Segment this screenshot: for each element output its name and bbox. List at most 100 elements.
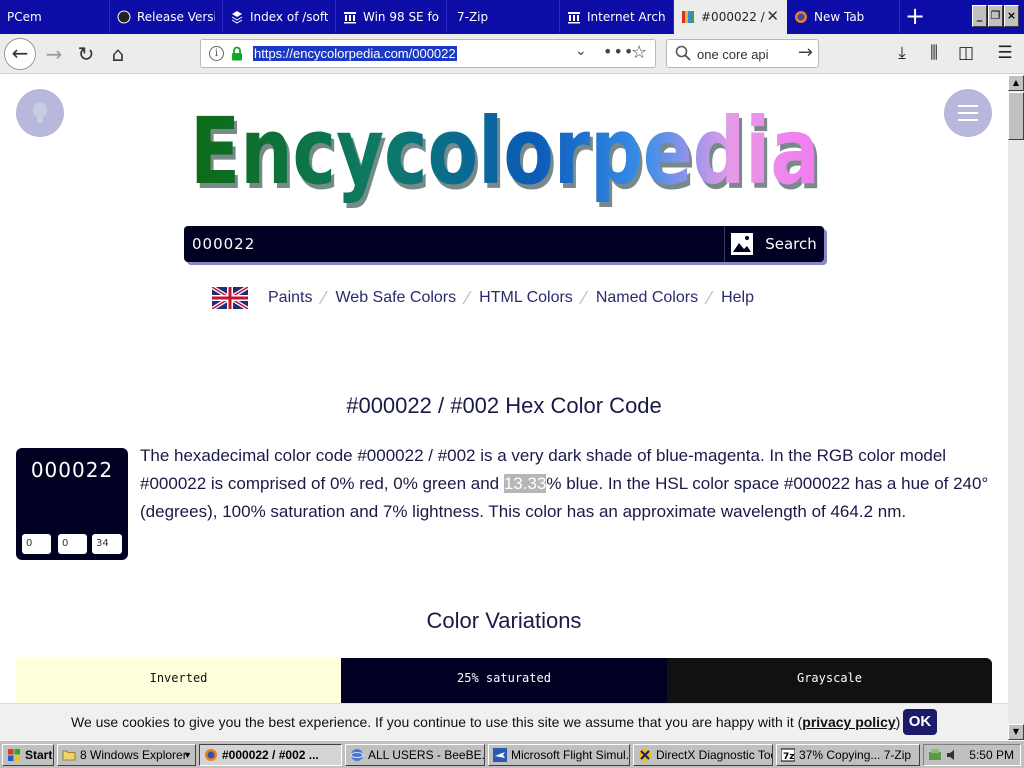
variation-inverted[interactable]: Inverted (16, 658, 341, 703)
nav-separator: ⁄ (466, 287, 470, 308)
site-nav: Paints ⁄ Web Safe Colors ⁄ HTML Colors ⁄… (212, 285, 754, 311)
nav-link-help[interactable]: Help (721, 289, 754, 307)
color-search-input[interactable]: 000022 (192, 235, 255, 253)
site-menu-button[interactable] (944, 89, 992, 137)
download-icon[interactable]: ⤓ (891, 42, 913, 64)
logo-text: Encycolorpedia (190, 99, 820, 205)
taskbar-7zip-copying[interactable]: 7z 37% Copying... 7-Zip (776, 744, 920, 766)
lock-icon[interactable] (231, 46, 243, 61)
taskbar-button-label: 8 Windows Explorer (80, 748, 187, 762)
search-button[interactable]: Search (758, 226, 824, 262)
folder-stack-icon (231, 10, 243, 24)
nav-link-html-colors[interactable]: HTML Colors (479, 289, 573, 307)
dropdown-arrow-icon[interactable]: ▼ (183, 745, 192, 765)
library-icon[interactable]: ⫼ (923, 42, 945, 64)
close-tab-icon[interactable]: ✕ (766, 9, 779, 24)
window-minimize-button[interactable]: _ (972, 5, 987, 27)
variation-label: Inverted (149, 671, 208, 685)
info-icon[interactable]: i (209, 46, 224, 61)
window-close-button[interactable]: × (1004, 5, 1019, 27)
nav-link-paints[interactable]: Paints (268, 289, 312, 307)
privacy-policy-link[interactable]: privacy policy (802, 714, 895, 730)
page-actions-icon[interactable]: ••• (603, 42, 634, 61)
github-icon (117, 10, 131, 23)
nav-separator: ⁄ (708, 287, 712, 308)
network-globe-icon (350, 749, 364, 761)
tray-network-icon[interactable] (928, 748, 942, 762)
firefox-icon (795, 10, 807, 23)
variation-label: 25% saturated (457, 671, 551, 685)
encycolorpedia-logo[interactable]: Encycolorpedia Encycolorpedia (186, 99, 826, 211)
cookie-consent-bar: We use cookies to give you the best expe… (0, 703, 1008, 740)
tab-internet-archive[interactable]: Internet Archiv (560, 0, 674, 33)
firefox-icon (205, 749, 217, 761)
start-button[interactable]: Start (2, 744, 54, 766)
back-arrow-icon[interactable]: ← (4, 38, 36, 70)
tab-release-versions[interactable]: Release Versio (110, 0, 223, 33)
color-variations-heading: Color Variations (426, 608, 582, 633)
rgb-blue-value[interactable]: 34 (92, 534, 122, 554)
windows-taskbar: Start 8 Windows Explorer ▼ #000022 / #00… (0, 740, 1024, 768)
lightbulb-icon (33, 102, 47, 123)
uk-flag-icon[interactable] (212, 287, 248, 309)
rgb-green-value[interactable]: 0 (58, 534, 87, 554)
sidebar-icon[interactable]: ◫ (955, 42, 977, 64)
vertical-scrollbar[interactable]: ▲ ▼ (1008, 75, 1024, 740)
tab-label: Release Versio (137, 9, 215, 24)
color-search-form: 000022 Search (184, 226, 824, 262)
7zip-icon: 7z (781, 748, 795, 762)
search-bar[interactable]: one core api → (666, 39, 819, 68)
tab-000022-active[interactable]: #000022 / ✕ (674, 0, 787, 34)
nav-link-named-colors[interactable]: Named Colors (596, 289, 698, 307)
scrollbar-thumb[interactable] (1008, 92, 1024, 140)
scroll-up-arrow-icon[interactable]: ▲ (1008, 75, 1024, 91)
forward-arrow-icon[interactable]: → (38, 38, 70, 70)
hamburger-menu-icon[interactable]: ☰ (994, 42, 1016, 64)
rgb-red-value[interactable]: 0 (22, 534, 51, 554)
hamburger-line (958, 112, 978, 114)
start-label: Start (25, 748, 53, 762)
reload-icon[interactable]: ↻ (70, 38, 102, 70)
taskbar-directx-diagnostic[interactable]: DirectX Diagnostic Tool (633, 744, 773, 766)
bookmark-star-icon[interactable]: ☆ (631, 42, 647, 63)
scroll-down-arrow-icon[interactable]: ▼ (1008, 724, 1024, 740)
folder-icon (62, 750, 76, 761)
tab-label: Internet Archiv (587, 9, 666, 24)
taskbar-flight-simulator[interactable]: Microsoft Flight Simul... (488, 744, 630, 766)
tab-index-of-software[interactable]: Index of /softw (223, 0, 336, 33)
navigation-toolbar: ← → ↻ ⌂ i https://encycolorpedia.com/000… (0, 34, 1024, 74)
tab-win98se[interactable]: Win 98 SE for (336, 0, 447, 33)
page-content: Encycolorpedia Encycolorpedia 000022 Sea… (0, 75, 1008, 703)
color-swatch: 000022 0 0 34 (16, 448, 128, 560)
tab-pcem[interactable]: PCem (0, 0, 110, 33)
taskbar-button-label: 37% Copying... 7-Zip (799, 748, 912, 762)
color-description: The hexadecimal color code #000022 / #00… (140, 442, 1000, 526)
variation-grayscale[interactable]: Grayscale (667, 658, 992, 703)
hamburger-line (958, 105, 978, 107)
search-go-arrow-icon[interactable]: → (798, 42, 813, 63)
cookie-message: We use cookies to give you the best expe… (71, 714, 803, 730)
tab-new-tab[interactable]: New Tab (787, 0, 900, 33)
tab-7zip[interactable]: 7-Zip (447, 0, 560, 33)
nav-link-web-safe-colors[interactable]: Web Safe Colors (335, 289, 456, 307)
cookie-ok-button[interactable]: OK (903, 709, 937, 735)
home-icon[interactable]: ⌂ (102, 38, 134, 70)
taskbar-windows-explorer[interactable]: 8 Windows Explorer ▼ (57, 744, 196, 766)
lightbulb-theme-button[interactable] (16, 89, 64, 137)
taskbar-beebe[interactable]: ALL USERS - BeeBE... (345, 744, 485, 766)
search-input-text[interactable]: one core api (697, 47, 769, 62)
new-tab-plus-icon[interactable]: + (900, 2, 930, 32)
windows-logo-icon (8, 749, 20, 761)
window-restore-button[interactable]: ❐ (988, 5, 1003, 27)
tab-label: Index of /softw (250, 9, 328, 24)
tab-label: #000022 / (701, 10, 765, 24)
url-text[interactable]: https://encycolorpedia.com/000022 (253, 46, 457, 61)
directx-icon (639, 749, 651, 761)
image-search-button[interactable] (724, 226, 758, 262)
variation-25-saturated[interactable]: 25% saturated (341, 658, 667, 703)
url-bar[interactable]: i https://encycolorpedia.com/000022 ⌄ ••… (200, 39, 656, 68)
chevron-down-icon[interactable]: ⌄ (575, 43, 587, 59)
taskbar-firefox-000022[interactable]: #000022 / #002 ... (199, 744, 342, 766)
tray-speaker-icon[interactable] (945, 748, 959, 762)
system-clock[interactable]: 5:50 PM (969, 748, 1014, 762)
